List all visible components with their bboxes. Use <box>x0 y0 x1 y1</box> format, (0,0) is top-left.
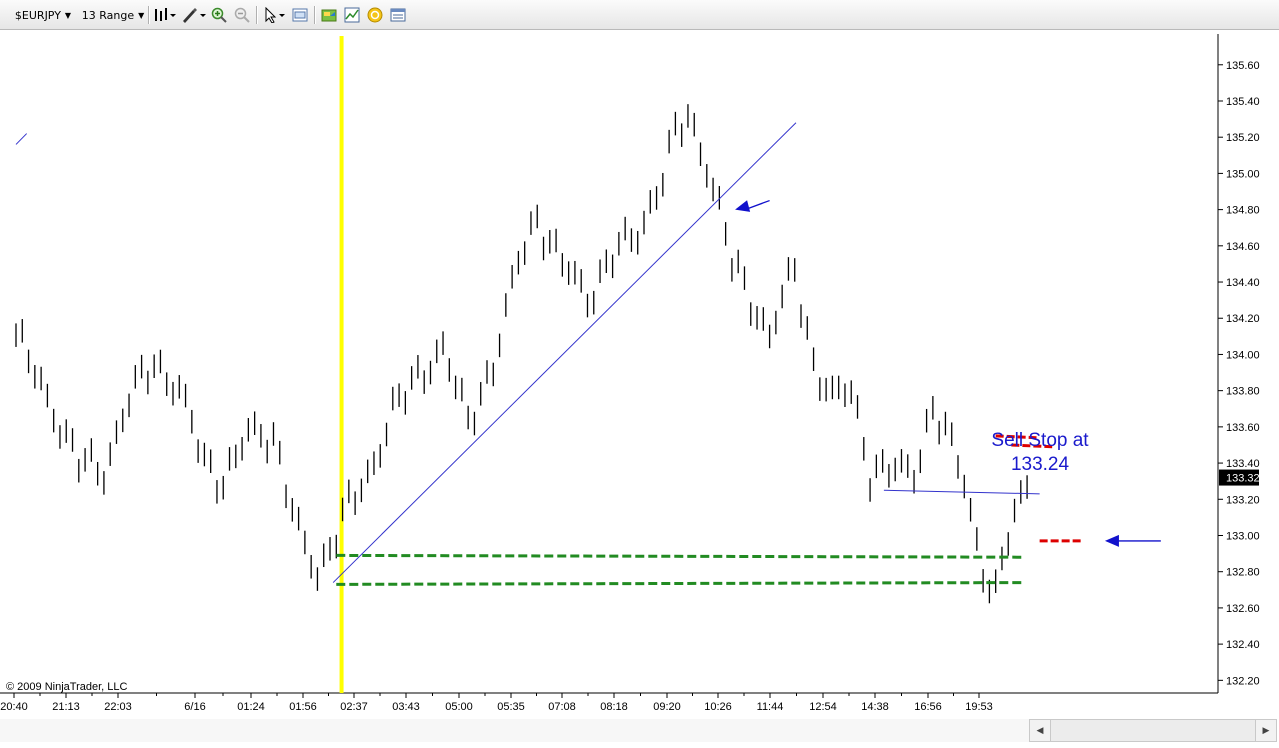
chevron-down-icon: ▼ <box>64 10 72 20</box>
chevron-right-icon: ▶ <box>1262 725 1270 735</box>
price-tick-label: 135.00 <box>1226 168 1260 180</box>
time-tick-label: 21:13 <box>52 701 80 713</box>
annotation-line-1: Sell Stop at <box>991 430 1089 451</box>
trendline[interactable] <box>332 122 797 583</box>
indicators-icon[interactable] <box>388 5 408 25</box>
time-tick-label: 20:40 <box>0 701 28 713</box>
time-tick-label: 10:26 <box>704 701 732 713</box>
toolbar-separator <box>314 6 316 24</box>
pointer-icon[interactable] <box>262 5 288 25</box>
time-tick-label: 02:37 <box>340 701 368 713</box>
price-tick-label: 133.60 <box>1226 422 1260 434</box>
price-tick-label: 135.20 <box>1226 132 1260 144</box>
toolbar-separator <box>148 6 150 24</box>
price-chart[interactable]: 132.20 132.40 132.60 132.80 133.00 133.20 133.… <box>0 30 1279 745</box>
horizontal-scrollbar[interactable] <box>1029 719 1277 742</box>
last-price-label: 133.32 <box>1226 473 1260 485</box>
strategies-icon[interactable] <box>365 5 385 25</box>
properties-icon[interactable] <box>290 5 310 25</box>
time-tick-label: 12:54 <box>809 701 837 713</box>
time-scroll-track <box>0 719 1029 742</box>
price-tick-label: 132.60 <box>1226 603 1260 615</box>
data-box-icon[interactable] <box>319 5 339 25</box>
time-tick-label: 11:44 <box>757 701 784 713</box>
arrow-head[interactable] <box>735 200 751 212</box>
zoom-in-icon[interactable] <box>210 5 228 25</box>
price-tick-label: 133.20 <box>1226 494 1260 506</box>
time-tick-label: 03:43 <box>392 701 420 713</box>
toolbar-separator <box>256 6 258 24</box>
chart-panel[interactable]: 132.20 132.40 132.60 132.80 133.00 133.20 133.… <box>0 30 1279 745</box>
chevron-down-icon: ▼ <box>138 10 145 20</box>
support-line[interactable] <box>336 581 1024 586</box>
drawing-tools-icon[interactable] <box>180 5 208 25</box>
price-tick-label: 132.20 <box>1226 675 1260 687</box>
price-tick-label: 132.40 <box>1226 639 1260 651</box>
time-tick-label: 22:03 <box>104 701 132 713</box>
price-tick-label: 135.40 <box>1226 96 1260 108</box>
price-tick-label: 135.60 <box>1226 60 1260 72</box>
price-tick-label: 134.60 <box>1226 241 1260 253</box>
chevron-left-icon: ◀ <box>1036 725 1044 735</box>
price-tick-label: 133.00 <box>1226 530 1260 542</box>
annotation-line-2: 133.24 <box>1011 454 1070 475</box>
price-tick-label: 133.80 <box>1226 386 1260 398</box>
chart-trader-icon[interactable] <box>342 5 362 25</box>
period-label: 13 Range <box>81 8 135 22</box>
time-tick-label: 08:18 <box>600 701 628 713</box>
time-tick-label: 16:56 <box>914 701 942 713</box>
support-line[interactable] <box>336 553 1024 559</box>
time-tick-label: 14:38 <box>861 701 889 713</box>
price-tick-label: 134.80 <box>1226 205 1260 217</box>
time-tick-label: 19:53 <box>965 701 993 713</box>
copyright-text: © 2009 NinjaTrader, LLC <box>6 681 128 693</box>
instrument-label: $EURJPY <box>14 8 61 22</box>
trendline[interactable] <box>15 133 28 145</box>
time-tick-label: 01:24 <box>237 701 265 713</box>
arrow-head[interactable] <box>1104 534 1119 547</box>
trendline[interactable] <box>883 489 1040 495</box>
time-tick-label: 6/16 <box>184 701 205 713</box>
scroll-right-button[interactable]: ▶ <box>1255 719 1277 742</box>
price-tick-label: 134.20 <box>1226 313 1260 325</box>
time-tick-label: 09:20 <box>653 701 681 713</box>
scroll-left-button[interactable]: ◀ <box>1029 719 1051 742</box>
zoom-out-icon[interactable] <box>233 5 251 25</box>
price-tick-label: 134.00 <box>1226 349 1260 361</box>
period-selector[interactable]: 13 Range ▼ <box>80 5 146 25</box>
time-tick-label: 05:00 <box>445 701 473 713</box>
time-tick-label: 07:08 <box>548 701 576 713</box>
instrument-selector[interactable]: $EURJPY ▼ <box>8 5 78 25</box>
price-tick-label: 132.80 <box>1226 567 1260 579</box>
bar-style-icon[interactable] <box>152 5 178 25</box>
time-tick-label: 01:56 <box>289 701 317 713</box>
price-tick-label: 133.40 <box>1226 458 1260 470</box>
time-tick-label: 05:35 <box>497 701 525 713</box>
chart-toolbar: $EURJPY ▼ 13 Range ▼ <box>0 0 1279 30</box>
price-tick-label: 134.40 <box>1226 277 1260 289</box>
